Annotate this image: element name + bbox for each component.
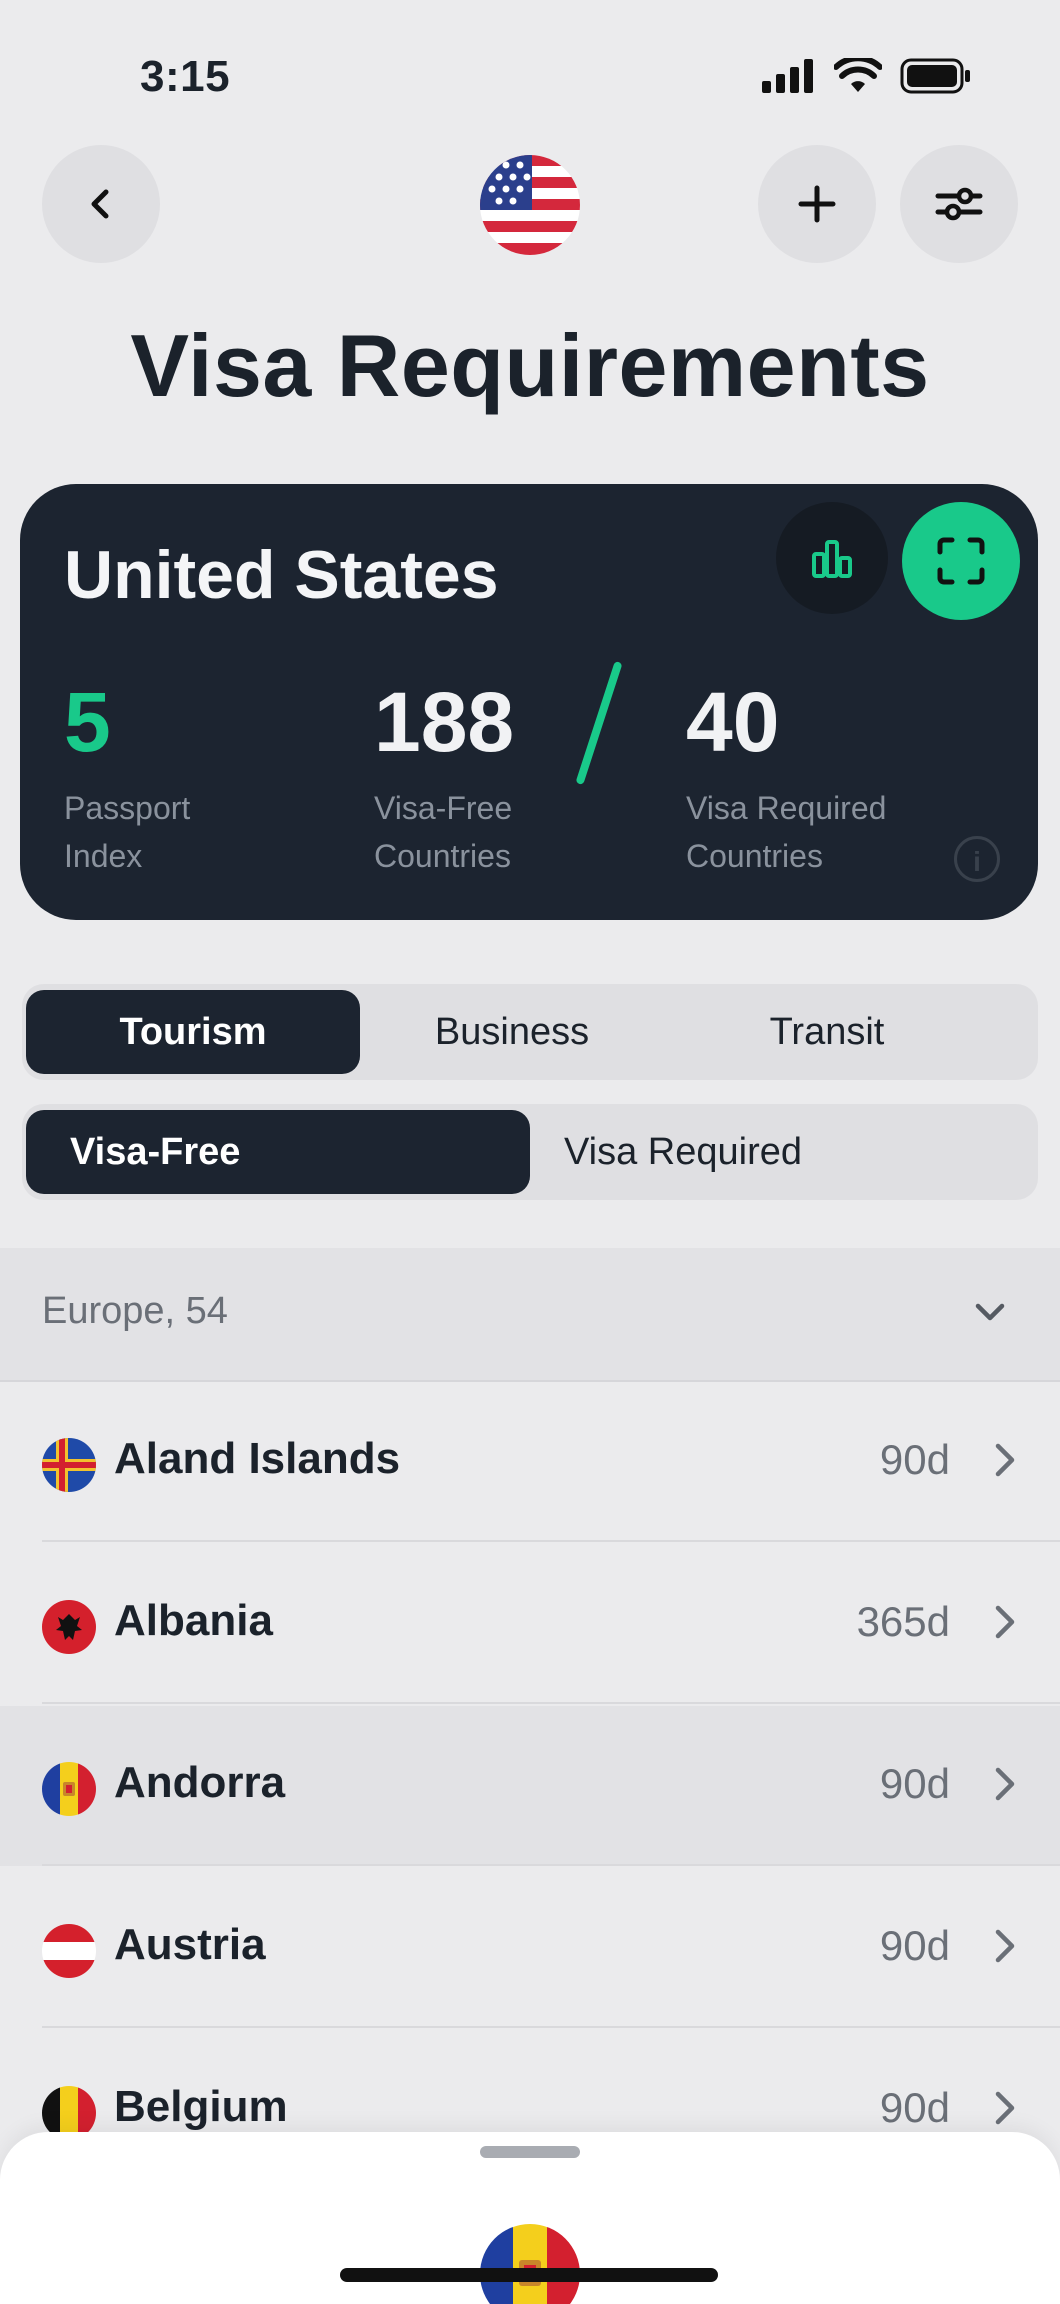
passport-card: United States 5 Passport Index 188 Visa-… <box>20 484 1038 920</box>
row-divider <box>42 1702 1060 1704</box>
stay-duration: 365d <box>856 1598 950 1645</box>
country-name: Austria <box>114 1920 266 1969</box>
visa-free-label: Visa-Free Countries <box>374 784 512 880</box>
back-button[interactable] <box>42 145 160 263</box>
tab-business[interactable]: Business <box>362 990 662 1074</box>
divider-slash <box>575 660 623 786</box>
card-country-name: United States <box>64 537 499 613</box>
region-label: Europe, 54 <box>42 1290 228 1332</box>
stay-duration: 90d <box>879 2084 950 2131</box>
home-indicator <box>340 2268 718 2282</box>
country-name: Belgium <box>114 2082 288 2131</box>
country-row[interactable]: Andorra 90d <box>0 1706 1060 1866</box>
passport-index-label: Passport Index <box>64 784 190 880</box>
stay-duration: 90d <box>879 1760 950 1807</box>
tab-transit[interactable]: Transit <box>672 990 982 1074</box>
albania-flag-icon <box>42 1600 96 1654</box>
austria-flag-icon <box>42 1924 96 1978</box>
country-row[interactable]: Albania 365d <box>0 1544 1060 1704</box>
country-row[interactable]: Austria 90d <box>0 1868 1060 2028</box>
chevron-right-icon <box>995 1929 1015 1963</box>
scan-button[interactable] <box>902 502 1020 620</box>
status-icons <box>762 58 972 94</box>
andorra-flag-icon <box>480 2224 580 2304</box>
tab-visa-required[interactable]: Visa Required <box>552 1110 896 1194</box>
passport-index-label-line2: Index <box>64 838 143 874</box>
stay-duration: 90d <box>879 1436 950 1483</box>
stay-duration: 90d <box>879 1922 950 1969</box>
filter-button[interactable] <box>900 145 1018 263</box>
country-row[interactable]: Aland Islands 90d <box>0 1382 1060 1542</box>
battery-icon <box>900 58 970 94</box>
visa-required-label-line1: Visa Required <box>686 790 887 826</box>
country-name: Albania <box>114 1596 273 1645</box>
signal-icon <box>762 59 813 93</box>
status-time: 3:15 <box>140 52 231 101</box>
tab-visa-free[interactable]: Visa-Free <box>26 1110 530 1194</box>
visa-required-count: 40 <box>686 675 780 769</box>
passport-index-label-line1: Passport <box>64 790 191 826</box>
visa-required-label: Visa Required Countries <box>686 784 886 880</box>
chevron-right-icon <box>995 2091 1015 2125</box>
stats-button[interactable] <box>776 502 888 614</box>
visa-filter-segmented-control: Visa-Free Visa Required <box>22 1104 1038 1200</box>
visa-required-label-line2: Countries <box>686 838 823 874</box>
passport-index-value: 5 <box>64 675 111 769</box>
info-icon[interactable]: i <box>954 836 1000 882</box>
tab-tourism[interactable]: Tourism <box>26 990 360 1074</box>
scan-icon <box>937 537 985 585</box>
row-divider <box>42 2026 1060 2028</box>
chevron-right-icon <box>995 1605 1015 1639</box>
chevron-left-icon <box>91 189 109 219</box>
visa-free-label-line2: Countries <box>374 838 511 874</box>
chevron-right-icon <box>995 1767 1015 1801</box>
country-name: Aland Islands <box>114 1434 401 1483</box>
aland-flag-icon <box>42 1438 96 1492</box>
country-name: Andorra <box>114 1758 286 1807</box>
chevron-down-icon <box>975 1303 1005 1321</box>
purpose-segmented-control: Tourism Business Transit <box>22 984 1038 1080</box>
visa-free-count: 188 <box>374 675 515 769</box>
sliders-icon <box>935 187 983 221</box>
chevron-right-icon <box>995 1443 1015 1477</box>
plus-icon <box>798 185 836 223</box>
sheet-grabber[interactable] <box>480 2146 580 2158</box>
visa-free-label-line1: Visa-Free <box>374 790 513 826</box>
us-flag-icon[interactable] <box>480 155 580 255</box>
row-divider <box>42 1864 1060 1866</box>
region-header[interactable]: Europe, 54 <box>0 1248 1060 1382</box>
bar-chart-icon <box>812 540 852 578</box>
row-divider <box>42 1540 1060 1542</box>
wifi-icon <box>834 58 882 92</box>
andorra-flag-icon <box>42 1762 96 1816</box>
add-button[interactable] <box>758 145 876 263</box>
page-title: Visa Requirements <box>130 316 930 415</box>
